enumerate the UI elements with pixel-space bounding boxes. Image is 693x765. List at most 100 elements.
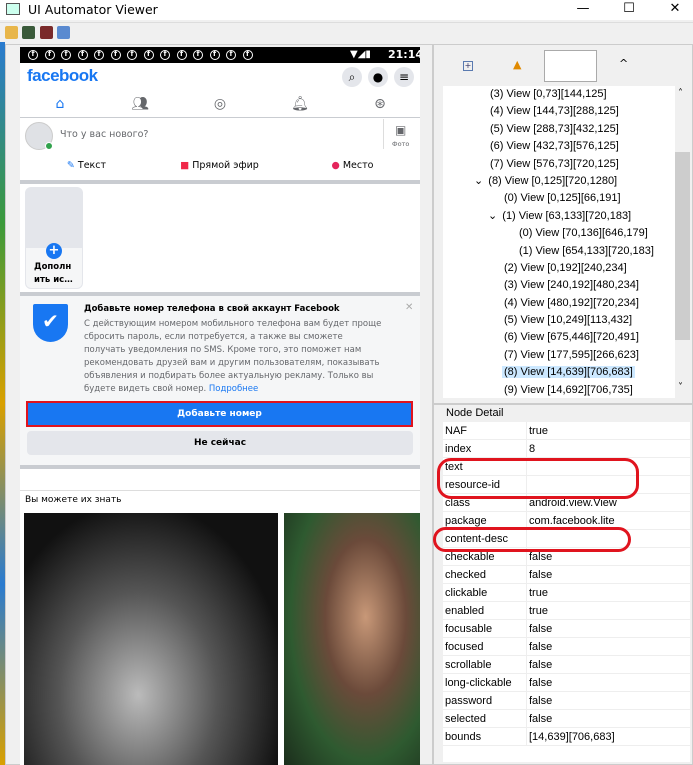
- detail-value: false: [529, 659, 553, 671]
- detail-value: false: [529, 695, 553, 707]
- suggestion-photo-2[interactable]: [284, 513, 420, 765]
- tree-node[interactable]: (5) View [288,73][432,125]: [443, 121, 675, 138]
- detail-key: focused: [443, 638, 527, 655]
- profile-icon[interactable]: ●: [368, 67, 388, 87]
- tree-node[interactable]: (4) View [144,73][288,125]: [443, 103, 675, 120]
- facebook-notification-icon: f: [110, 50, 121, 60]
- detail-row[interactable]: enabled true: [443, 602, 690, 620]
- tree-node-label: (4) View [480,192][720,234]: [504, 296, 639, 309]
- tree-node-label: (5) View [288,73][432,125]: [490, 122, 619, 135]
- warning-icon[interactable]: ▲: [513, 58, 521, 71]
- save-icon[interactable]: [57, 26, 70, 39]
- tree-node-label: (2) View [0,192][240,234]: [504, 261, 627, 274]
- tree-node-label: (1) View [654,133][720,183]: [519, 244, 654, 257]
- scroll-thumb[interactable]: [675, 152, 690, 340]
- detail-row[interactable]: focused false: [443, 638, 690, 656]
- tree-node[interactable]: (8) View [14,639][706,683]: [443, 364, 675, 381]
- tree-node[interactable]: (3) View [0,73][144,125]: [443, 86, 675, 103]
- detail-row[interactable]: checked false: [443, 566, 690, 584]
- tree-node[interactable]: (6) View [675,446][720,491]: [443, 329, 675, 346]
- tree-node[interactable]: (3) View [240,192][480,234]: [443, 277, 675, 294]
- tree-node-label: (0) View [70,136][646,179]: [519, 227, 648, 240]
- app-icon: [6, 3, 20, 15]
- detail-key: checked: [443, 566, 527, 583]
- detail-row[interactable]: password false: [443, 692, 690, 710]
- search-icon[interactable]: ⌕: [342, 67, 362, 87]
- tree-node[interactable]: (7) View [177,595][266,623]: [443, 347, 675, 364]
- close-button[interactable]: ✕: [660, 0, 690, 20]
- tree-node[interactable]: (0) View [0,125][66,191]: [443, 190, 675, 207]
- tree-node[interactable]: (0) View [70,136][646,179]: [443, 225, 675, 242]
- device-screenshot[interactable]: ffffffffffffff ▼◢▮ 21:14 facebook ⌕ ● ≡ …: [20, 47, 420, 765]
- facebook-logo: facebook: [27, 66, 98, 85]
- detail-row[interactable]: NAF true: [443, 422, 690, 440]
- minimize-button[interactable]: —: [568, 0, 598, 20]
- not-now-button[interactable]: Не сейчас: [27, 431, 413, 455]
- tree-node-label: (1) View [63,133][720,183]: [502, 209, 632, 222]
- learn-more-link[interactable]: Подробнее: [209, 384, 258, 394]
- live-button[interactable]: ■ Прямой эфир: [153, 153, 286, 179]
- facebook-notification-icon: f: [193, 50, 203, 60]
- detail-row[interactable]: long-clickable false: [443, 674, 690, 692]
- detail-row[interactable]: scrollable false: [443, 656, 690, 674]
- expand-chevron-icon[interactable]: ⌄: [488, 210, 500, 222]
- detail-row[interactable]: focusable false: [443, 620, 690, 638]
- toolbar: [0, 22, 693, 42]
- tree-node-label: (9) View [14,692][706,735]: [504, 383, 633, 396]
- scroll-up-icon[interactable]: ˄: [678, 88, 683, 99]
- friends-icon[interactable]: 👥︎: [100, 91, 180, 117]
- chevron-up-icon[interactable]: ^: [619, 57, 628, 70]
- facebook-notification-icon: f: [226, 50, 236, 60]
- tree-node[interactable]: ⌄ (1) View [63,133][720,183]: [443, 208, 675, 225]
- menu-icon[interactable]: ≡: [394, 67, 414, 87]
- photo-label: Фото: [392, 140, 410, 148]
- hierarchy-tree[interactable]: (3) View [0,73][144,125] (4) View [144,73…: [443, 86, 675, 398]
- tree-node[interactable]: (5) View [10,249][113,432]: [443, 312, 675, 329]
- tree-node[interactable]: (2) View [0,192][240,234]: [443, 260, 675, 277]
- tree-node[interactable]: (6) View [432,73][576,125]: [443, 138, 675, 155]
- suggestion-photo-1[interactable]: [24, 513, 278, 765]
- tree-node[interactable]: (9) View [14,692][706,735]: [443, 382, 675, 399]
- expand-chevron-icon[interactable]: ⌄: [474, 175, 486, 187]
- filter-input[interactable]: [544, 50, 597, 82]
- tree-node-label: (6) View [675,446][720,491]: [504, 331, 639, 344]
- groups-icon[interactable]: ⊛: [340, 91, 420, 117]
- tree-node[interactable]: (1) View [654,133][720,183]: [443, 243, 675, 260]
- tree-node[interactable]: (7) View [576,73][720,125]: [443, 156, 675, 173]
- detail-key: bounds: [443, 728, 527, 745]
- text-post-button[interactable]: ✎ Текст: [20, 153, 153, 179]
- close-card-icon[interactable]: ✕: [405, 302, 413, 313]
- device-screenshot-compressed-icon[interactable]: [40, 26, 53, 39]
- tree-node-label: (7) View [576,73][720,125]: [490, 157, 619, 170]
- home-icon[interactable]: ⌂: [20, 91, 100, 117]
- detail-key: focusable: [443, 620, 527, 637]
- facebook-notification-icon: f: [242, 50, 253, 60]
- place-button[interactable]: ● Место: [286, 153, 419, 179]
- live-label: Прямой эфир: [192, 160, 259, 171]
- detail-row[interactable]: clickable true: [443, 584, 690, 602]
- pymk-title: Вы можете их знать: [25, 495, 122, 505]
- expand-all-icon[interactable]: +: [463, 61, 473, 71]
- detail-row[interactable]: selected false: [443, 710, 690, 728]
- detail-row[interactable]: bounds [14,639][706,683]: [443, 728, 690, 746]
- maximize-button[interactable]: ☐: [614, 0, 644, 20]
- tree-node[interactable]: (4) View [480,192][720,234]: [443, 295, 675, 312]
- device-screenshot-icon[interactable]: [22, 26, 35, 39]
- title-bar: UI Automator Viewer — ☐ ✕: [0, 0, 693, 20]
- detail-key: password: [443, 692, 527, 709]
- photo-icon[interactable]: ▣: [395, 123, 406, 137]
- detail-key: clickable: [443, 584, 527, 601]
- tree-node[interactable]: ⌄ (8) View [0,125][720,1280]: [443, 173, 675, 190]
- messenger-icon[interactable]: ◎: [180, 91, 260, 117]
- create-story-card[interactable]: + Дополн ить ис…: [25, 187, 83, 289]
- notifications-icon[interactable]: 🔔︎: [260, 91, 340, 117]
- detail-row[interactable]: index 8: [443, 440, 690, 458]
- composer-input[interactable]: Что у вас нового?: [60, 129, 148, 140]
- tree-scrollbar[interactable]: ˄ ˅: [675, 86, 690, 398]
- open-folder-icon[interactable]: [5, 26, 18, 39]
- detail-value: false: [529, 677, 553, 689]
- add-phone-card: ✔ ✕ Добавьте номер телефона в свой аккау…: [20, 296, 420, 465]
- scroll-down-icon[interactable]: ˅: [678, 382, 683, 393]
- add-number-button[interactable]: Добавьте номер: [26, 401, 413, 427]
- detail-value: [14,639][706,683]: [529, 731, 615, 743]
